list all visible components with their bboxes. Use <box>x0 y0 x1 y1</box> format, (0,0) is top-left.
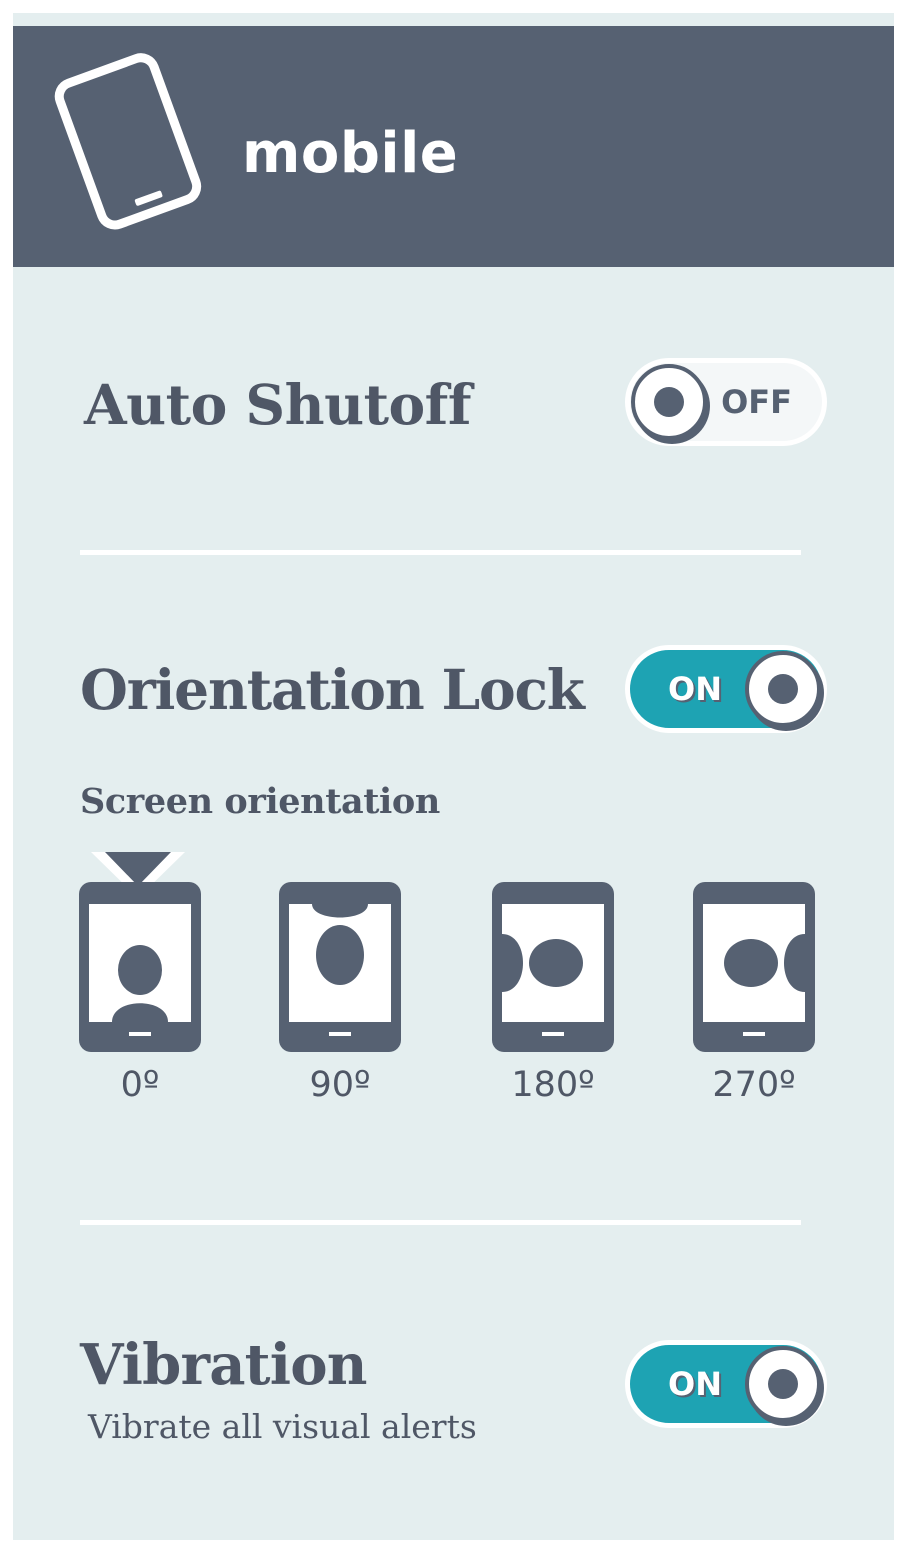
orientation-label-90: 90º <box>309 1065 371 1105</box>
toggle-state-label: ON <box>668 1365 722 1403</box>
portrait-rotated-270-icon <box>693 882 815 1052</box>
toggle-state-label: OFF <box>721 383 792 421</box>
orientation-option-90[interactable] <box>279 882 401 1052</box>
orientation-label-270: 270º <box>712 1065 796 1105</box>
toggle-knob <box>631 364 707 440</box>
divider <box>80 1220 801 1225</box>
page-title: mobile <box>242 121 459 186</box>
portrait-rotated-90-icon <box>279 882 401 1052</box>
toggle-knob <box>745 1346 821 1422</box>
tablet-icon <box>52 52 222 242</box>
divider <box>80 550 801 555</box>
auto-shutoff-label: Auto Shutoff <box>84 372 472 437</box>
orientation-lock-toggle[interactable]: ON <box>625 645 827 733</box>
orientation-lock-label: Orientation Lock <box>80 657 585 722</box>
orientation-label-180: 180º <box>511 1065 595 1105</box>
portrait-rotated-180-icon <box>492 882 614 1052</box>
orientation-option-270[interactable] <box>693 882 815 1052</box>
orientation-option-0[interactable] <box>79 882 201 1052</box>
toggle-state-label: ON <box>668 670 722 708</box>
vibration-toggle[interactable]: ON <box>625 1340 827 1428</box>
portrait-upright-icon <box>79 882 201 1052</box>
orientation-option-180[interactable] <box>492 882 614 1052</box>
screen-orientation-label: Screen orientation <box>80 781 440 822</box>
orientation-label-0: 0º <box>120 1065 160 1105</box>
vibration-description: Vibrate all visual alerts <box>88 1407 477 1446</box>
auto-shutoff-toggle[interactable]: OFF <box>625 358 827 446</box>
toggle-knob <box>745 651 821 727</box>
vibration-label: Vibration <box>80 1332 368 1398</box>
